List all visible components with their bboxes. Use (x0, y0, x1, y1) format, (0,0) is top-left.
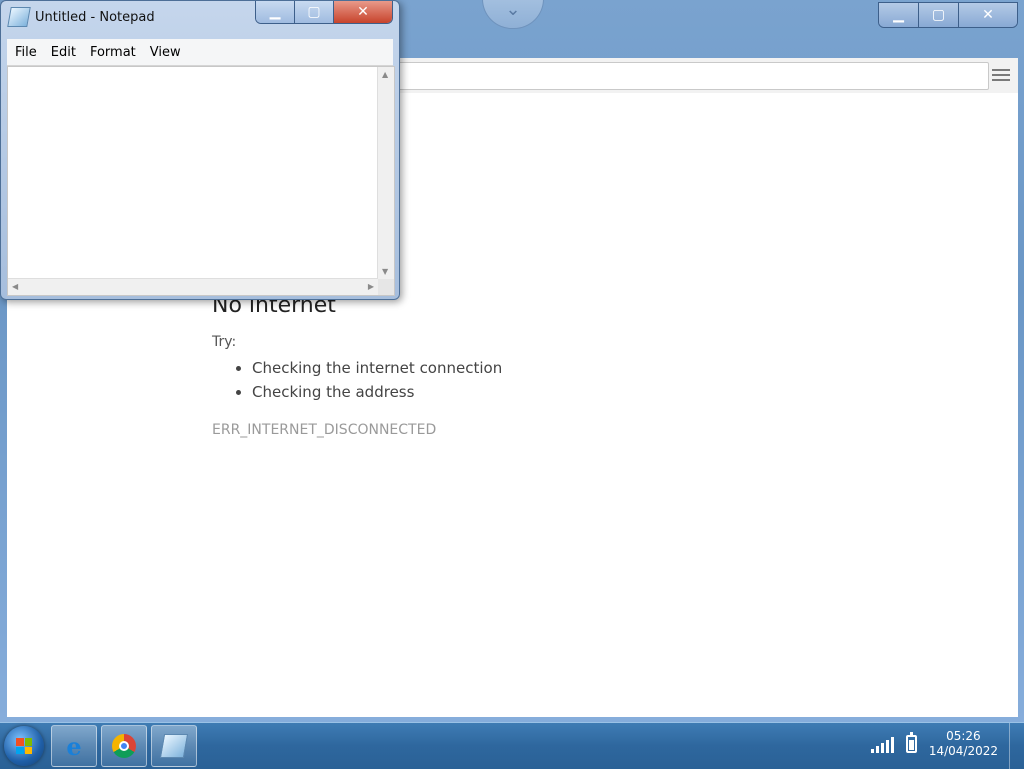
list-item: Checking the address (252, 383, 502, 401)
chrome-window-controls: ▁ ▢ ✕ (878, 2, 1018, 28)
error-try-label: Try: (212, 334, 237, 350)
close-button[interactable]: ✕ (334, 1, 392, 23)
battery-icon[interactable] (905, 732, 917, 753)
scroll-left-icon[interactable]: ◀ (12, 282, 18, 291)
menu-file[interactable]: File (7, 45, 43, 60)
error-code: ERR_INTERNET_DISCONNECTED (212, 422, 437, 438)
notepad-window: Untitled - Notepad ▁ ▢ ✕ File Edit Forma… (0, 0, 400, 300)
window-title: Untitled - Notepad (35, 9, 155, 25)
close-button[interactable]: ✕ (959, 3, 1017, 27)
vertical-scrollbar[interactable]: ▲ ▼ (377, 67, 394, 279)
horizontal-scrollbar[interactable]: ◀ ▶ (8, 278, 378, 295)
menu-format[interactable]: Format (82, 45, 142, 60)
minimize-button[interactable]: ▁ (256, 1, 295, 23)
windows-logo-icon (16, 738, 32, 754)
network-signal-icon[interactable] (870, 735, 894, 753)
scroll-down-icon[interactable]: ▼ (382, 267, 388, 276)
scroll-up-icon[interactable]: ▲ (382, 70, 388, 79)
taskbar-internet-explorer[interactable]: e (51, 725, 97, 767)
taskbar: e 05:26 14/04/2022 (0, 722, 1024, 769)
list-item: Checking the internet connection (252, 359, 502, 377)
menu-icon[interactable] (992, 66, 1010, 84)
scroll-right-icon[interactable]: ▶ (368, 282, 374, 291)
maximize-button[interactable]: ▢ (295, 1, 334, 23)
error-suggestions: Checking the internet connection Checkin… (212, 359, 502, 407)
chrome-icon (112, 734, 136, 758)
start-button[interactable] (4, 726, 44, 766)
menu-edit[interactable]: Edit (43, 45, 82, 60)
show-desktop-button[interactable] (1009, 723, 1024, 769)
notepad-icon (7, 7, 31, 27)
minimize-button[interactable]: ▁ (879, 3, 919, 27)
clock-time: 05:26 (946, 729, 981, 743)
notepad-icon (159, 734, 189, 758)
address-bar[interactable] (387, 62, 989, 90)
text-area[interactable]: ▲ ▼ ◀ ▶ (7, 66, 395, 296)
taskbar-chrome[interactable] (101, 725, 147, 767)
chevron-down-icon[interactable]: ⌄ (482, 0, 544, 29)
internet-explorer-icon: e (66, 731, 82, 761)
clock-date: 14/04/2022 (928, 744, 998, 758)
menu-bar: File Edit Format View (7, 39, 393, 66)
system-tray: 05:26 14/04/2022 (870, 729, 998, 759)
menu-view[interactable]: View (142, 45, 187, 60)
scroll-corner (378, 279, 394, 295)
clock[interactable]: 05:26 14/04/2022 (929, 729, 998, 759)
notepad-window-controls: ▁ ▢ ✕ (255, 1, 393, 24)
notepad-titlebar[interactable]: Untitled - Notepad (7, 7, 155, 27)
maximize-button[interactable]: ▢ (919, 3, 959, 27)
taskbar-notepad[interactable] (151, 725, 197, 767)
